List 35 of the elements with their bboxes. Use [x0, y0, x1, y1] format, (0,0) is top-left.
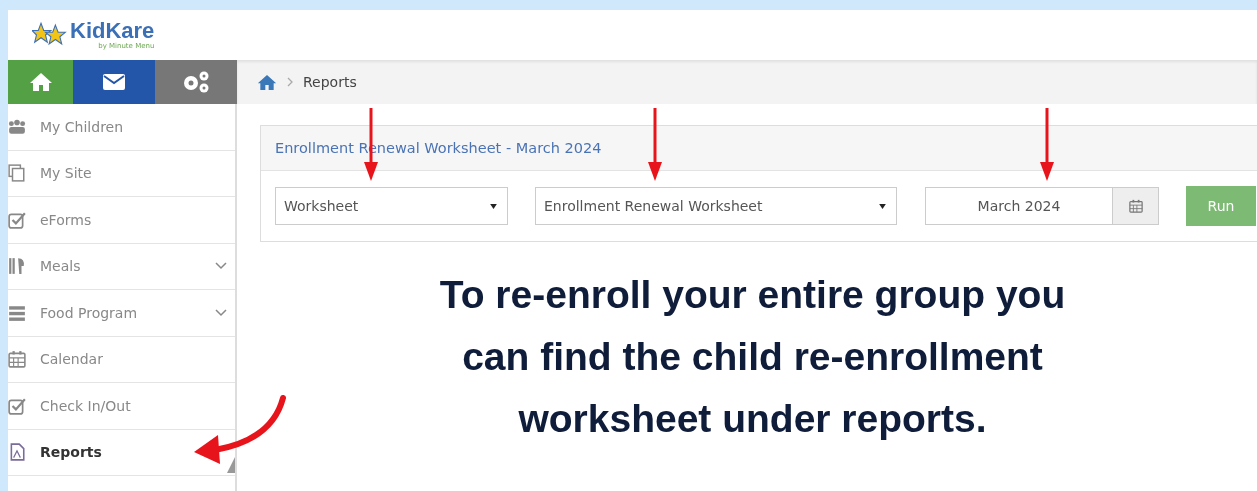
calendar-icon [8, 350, 26, 369]
home-button[interactable] [8, 60, 73, 104]
instruction-text: To re-enroll your entire group you can find the child re-enrollment worksheet under reports. [438, 272, 1067, 442]
sidebar-item[interactable]: Check In/Out [8, 383, 235, 430]
sidebar-item[interactable]: Calendar [8, 336, 235, 383]
list-icon [8, 303, 26, 322]
chevron-down-icon [215, 262, 227, 271]
sidebar-item[interactable]: eForms [8, 197, 235, 244]
run-button[interactable]: Run [1186, 186, 1256, 226]
calendar-button[interactable] [1112, 187, 1159, 225]
dropdown[interactable]: Worksheet [275, 187, 508, 225]
people-icon [8, 117, 26, 136]
sidebar-item[interactable]: My Children [8, 104, 235, 151]
chevron-down-icon [215, 308, 227, 317]
sidebar-item[interactable]: Meals [8, 243, 235, 290]
chevron-right-icon [287, 77, 293, 87]
sidebar-item[interactable]: My Site [8, 150, 235, 197]
settings-button[interactable] [155, 60, 237, 104]
home-icon [28, 72, 53, 92]
breadcrumb-item[interactable]: Reports [303, 74, 357, 90]
mail-icon [102, 73, 126, 91]
logo-name: KidKare [70, 20, 155, 42]
mail-button[interactable] [73, 60, 155, 104]
caret-icon [879, 203, 886, 209]
dropdown[interactable]: Enrollment Renewal Worksheet [535, 187, 897, 225]
cutlery-icon [8, 257, 26, 276]
checkbox-icon [8, 210, 26, 229]
checkbox-icon [8, 396, 26, 415]
sidebar-item[interactable]: Food Program [8, 290, 235, 337]
date-field[interactable]: March 2024 [925, 187, 1112, 225]
home-icon[interactable] [257, 73, 277, 91]
calendar-icon [1128, 199, 1143, 213]
caret-icon [490, 203, 497, 209]
document-icon [8, 443, 26, 462]
settings-icon [181, 70, 211, 94]
